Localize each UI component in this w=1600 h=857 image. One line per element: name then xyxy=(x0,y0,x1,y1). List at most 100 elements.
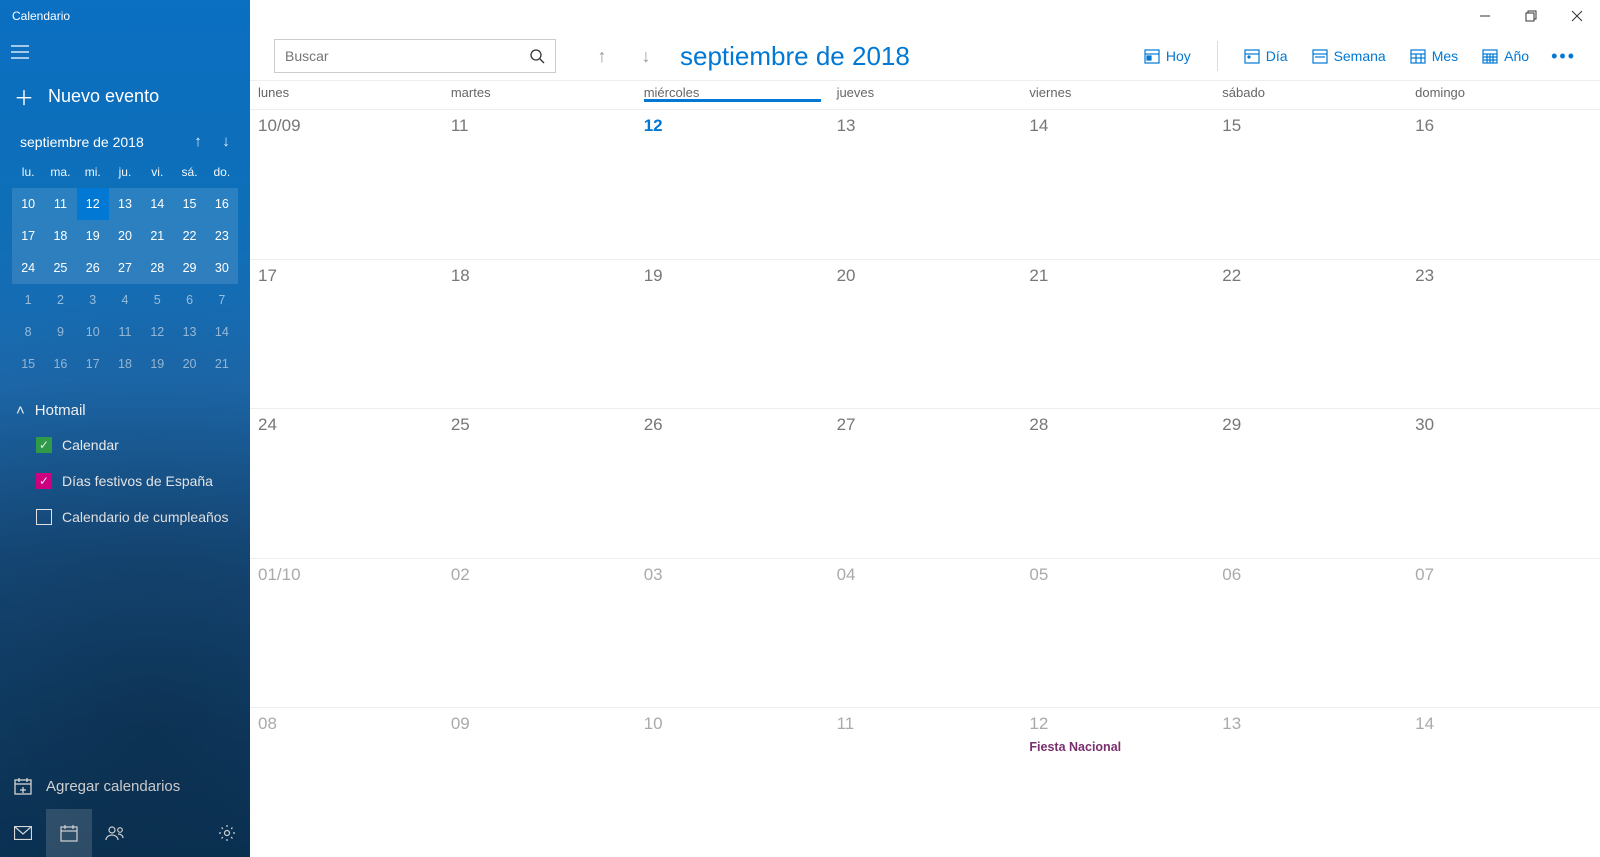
mini-day-cell[interactable]: 10 xyxy=(77,316,109,348)
day-cell[interactable]: 14 xyxy=(1407,708,1600,857)
mini-day-cell[interactable]: 13 xyxy=(109,188,141,220)
mini-day-cell[interactable]: 12 xyxy=(141,316,173,348)
mini-day-cell[interactable]: 24 xyxy=(12,252,44,284)
day-cell[interactable]: 11 xyxy=(829,708,1022,857)
day-cell[interactable]: 13 xyxy=(1214,708,1407,857)
mini-day-cell[interactable]: 9 xyxy=(44,316,76,348)
checkbox-icon[interactable] xyxy=(36,509,52,525)
mini-day-cell[interactable]: 20 xyxy=(173,348,205,380)
maximize-icon[interactable] xyxy=(1508,0,1554,32)
day-cell[interactable]: 10/09 xyxy=(250,110,443,259)
view-week-button[interactable]: Semana xyxy=(1306,44,1392,68)
mini-day-cell[interactable]: 12 xyxy=(77,188,109,220)
mini-day-cell[interactable]: 15 xyxy=(173,188,205,220)
prev-month-icon[interactable]: ↑ xyxy=(586,40,618,72)
day-cell[interactable]: 16 xyxy=(1407,110,1600,259)
day-cell[interactable]: 15 xyxy=(1214,110,1407,259)
new-event-button[interactable]: ＋ Nuevo evento xyxy=(0,72,250,129)
mail-icon[interactable] xyxy=(0,809,46,857)
close-icon[interactable] xyxy=(1554,0,1600,32)
day-cell[interactable]: 12 xyxy=(636,110,829,259)
view-today-button[interactable]: Hoy xyxy=(1138,44,1197,68)
mini-day-cell[interactable]: 1 xyxy=(12,284,44,316)
day-cell[interactable]: 30 xyxy=(1407,409,1600,558)
more-icon[interactable]: ••• xyxy=(1547,46,1580,67)
view-day-button[interactable]: Día xyxy=(1238,44,1294,68)
day-cell[interactable]: 01/10 xyxy=(250,559,443,708)
mini-day-cell[interactable]: 6 xyxy=(173,284,205,316)
day-cell[interactable]: 19 xyxy=(636,260,829,409)
mini-day-cell[interactable]: 7 xyxy=(206,284,238,316)
mini-day-cell[interactable]: 25 xyxy=(44,252,76,284)
calendar-item[interactable]: Calendario de cumpleaños xyxy=(0,499,250,535)
day-cell[interactable]: 23 xyxy=(1407,260,1600,409)
mini-day-cell[interactable]: 2 xyxy=(44,284,76,316)
search-input[interactable] xyxy=(285,48,530,64)
mini-day-cell[interactable]: 18 xyxy=(44,220,76,252)
day-cell[interactable]: 18 xyxy=(443,260,636,409)
mini-day-cell[interactable]: 11 xyxy=(109,316,141,348)
event-label[interactable]: Fiesta Nacional xyxy=(1029,740,1206,754)
day-cell[interactable]: 05 xyxy=(1021,559,1214,708)
mini-day-cell[interactable]: 17 xyxy=(12,220,44,252)
mini-day-cell[interactable]: 15 xyxy=(12,348,44,380)
day-cell[interactable]: 24 xyxy=(250,409,443,558)
mini-day-cell[interactable]: 23 xyxy=(206,220,238,252)
day-cell[interactable]: 04 xyxy=(829,559,1022,708)
day-cell[interactable]: 28 xyxy=(1021,409,1214,558)
mini-day-cell[interactable]: 26 xyxy=(77,252,109,284)
day-cell[interactable]: 17 xyxy=(250,260,443,409)
day-cell[interactable]: 10 xyxy=(636,708,829,857)
day-cell[interactable]: 08 xyxy=(250,708,443,857)
day-cell[interactable]: 14 xyxy=(1021,110,1214,259)
view-month-button[interactable]: Mes xyxy=(1404,44,1464,68)
mini-next-icon[interactable]: ↓ xyxy=(212,133,240,150)
next-month-icon[interactable]: ↓ xyxy=(630,40,662,72)
mini-month-label[interactable]: septiembre de 2018 xyxy=(20,134,184,150)
day-cell[interactable]: 22 xyxy=(1214,260,1407,409)
day-cell[interactable]: 20 xyxy=(829,260,1022,409)
day-cell[interactable]: 29 xyxy=(1214,409,1407,558)
day-cell[interactable]: 25 xyxy=(443,409,636,558)
mini-day-cell[interactable]: 19 xyxy=(77,220,109,252)
day-cell[interactable]: 27 xyxy=(829,409,1022,558)
mini-day-cell[interactable]: 18 xyxy=(109,348,141,380)
mini-day-cell[interactable]: 20 xyxy=(109,220,141,252)
mini-day-cell[interactable]: 21 xyxy=(206,348,238,380)
mini-day-cell[interactable]: 27 xyxy=(109,252,141,284)
mini-day-cell[interactable]: 13 xyxy=(173,316,205,348)
day-cell[interactable]: 26 xyxy=(636,409,829,558)
day-cell[interactable]: 06 xyxy=(1214,559,1407,708)
search-icon[interactable] xyxy=(530,49,545,64)
checkbox-icon[interactable]: ✓ xyxy=(36,473,52,489)
mini-day-cell[interactable]: 3 xyxy=(77,284,109,316)
mini-day-cell[interactable]: 14 xyxy=(141,188,173,220)
mini-day-cell[interactable]: 4 xyxy=(109,284,141,316)
mini-day-cell[interactable]: 8 xyxy=(12,316,44,348)
mini-day-cell[interactable]: 14 xyxy=(206,316,238,348)
calendar-item[interactable]: ✓Calendar xyxy=(0,427,250,463)
day-cell[interactable]: 02 xyxy=(443,559,636,708)
month-title[interactable]: septiembre de 2018 xyxy=(680,41,910,72)
mini-day-cell[interactable]: 5 xyxy=(141,284,173,316)
people-icon[interactable] xyxy=(92,809,138,857)
day-cell[interactable]: 07 xyxy=(1407,559,1600,708)
day-cell[interactable]: 13 xyxy=(829,110,1022,259)
day-cell[interactable]: 09 xyxy=(443,708,636,857)
minimize-icon[interactable] xyxy=(1462,0,1508,32)
mini-prev-icon[interactable]: ↑ xyxy=(184,133,212,150)
day-cell[interactable]: 03 xyxy=(636,559,829,708)
view-year-button[interactable]: Año xyxy=(1476,44,1535,68)
day-cell[interactable]: 12Fiesta Nacional xyxy=(1021,708,1214,857)
search-box[interactable] xyxy=(274,39,556,73)
mini-day-cell[interactable]: 10 xyxy=(12,188,44,220)
checkbox-icon[interactable]: ✓ xyxy=(36,437,52,453)
mini-day-cell[interactable]: 16 xyxy=(44,348,76,380)
mini-day-cell[interactable]: 21 xyxy=(141,220,173,252)
calendar-icon[interactable] xyxy=(46,809,92,857)
mini-day-cell[interactable]: 11 xyxy=(44,188,76,220)
day-cell[interactable]: 11 xyxy=(443,110,636,259)
mini-day-cell[interactable]: 29 xyxy=(173,252,205,284)
mini-day-cell[interactable]: 17 xyxy=(77,348,109,380)
day-cell[interactable]: 21 xyxy=(1021,260,1214,409)
